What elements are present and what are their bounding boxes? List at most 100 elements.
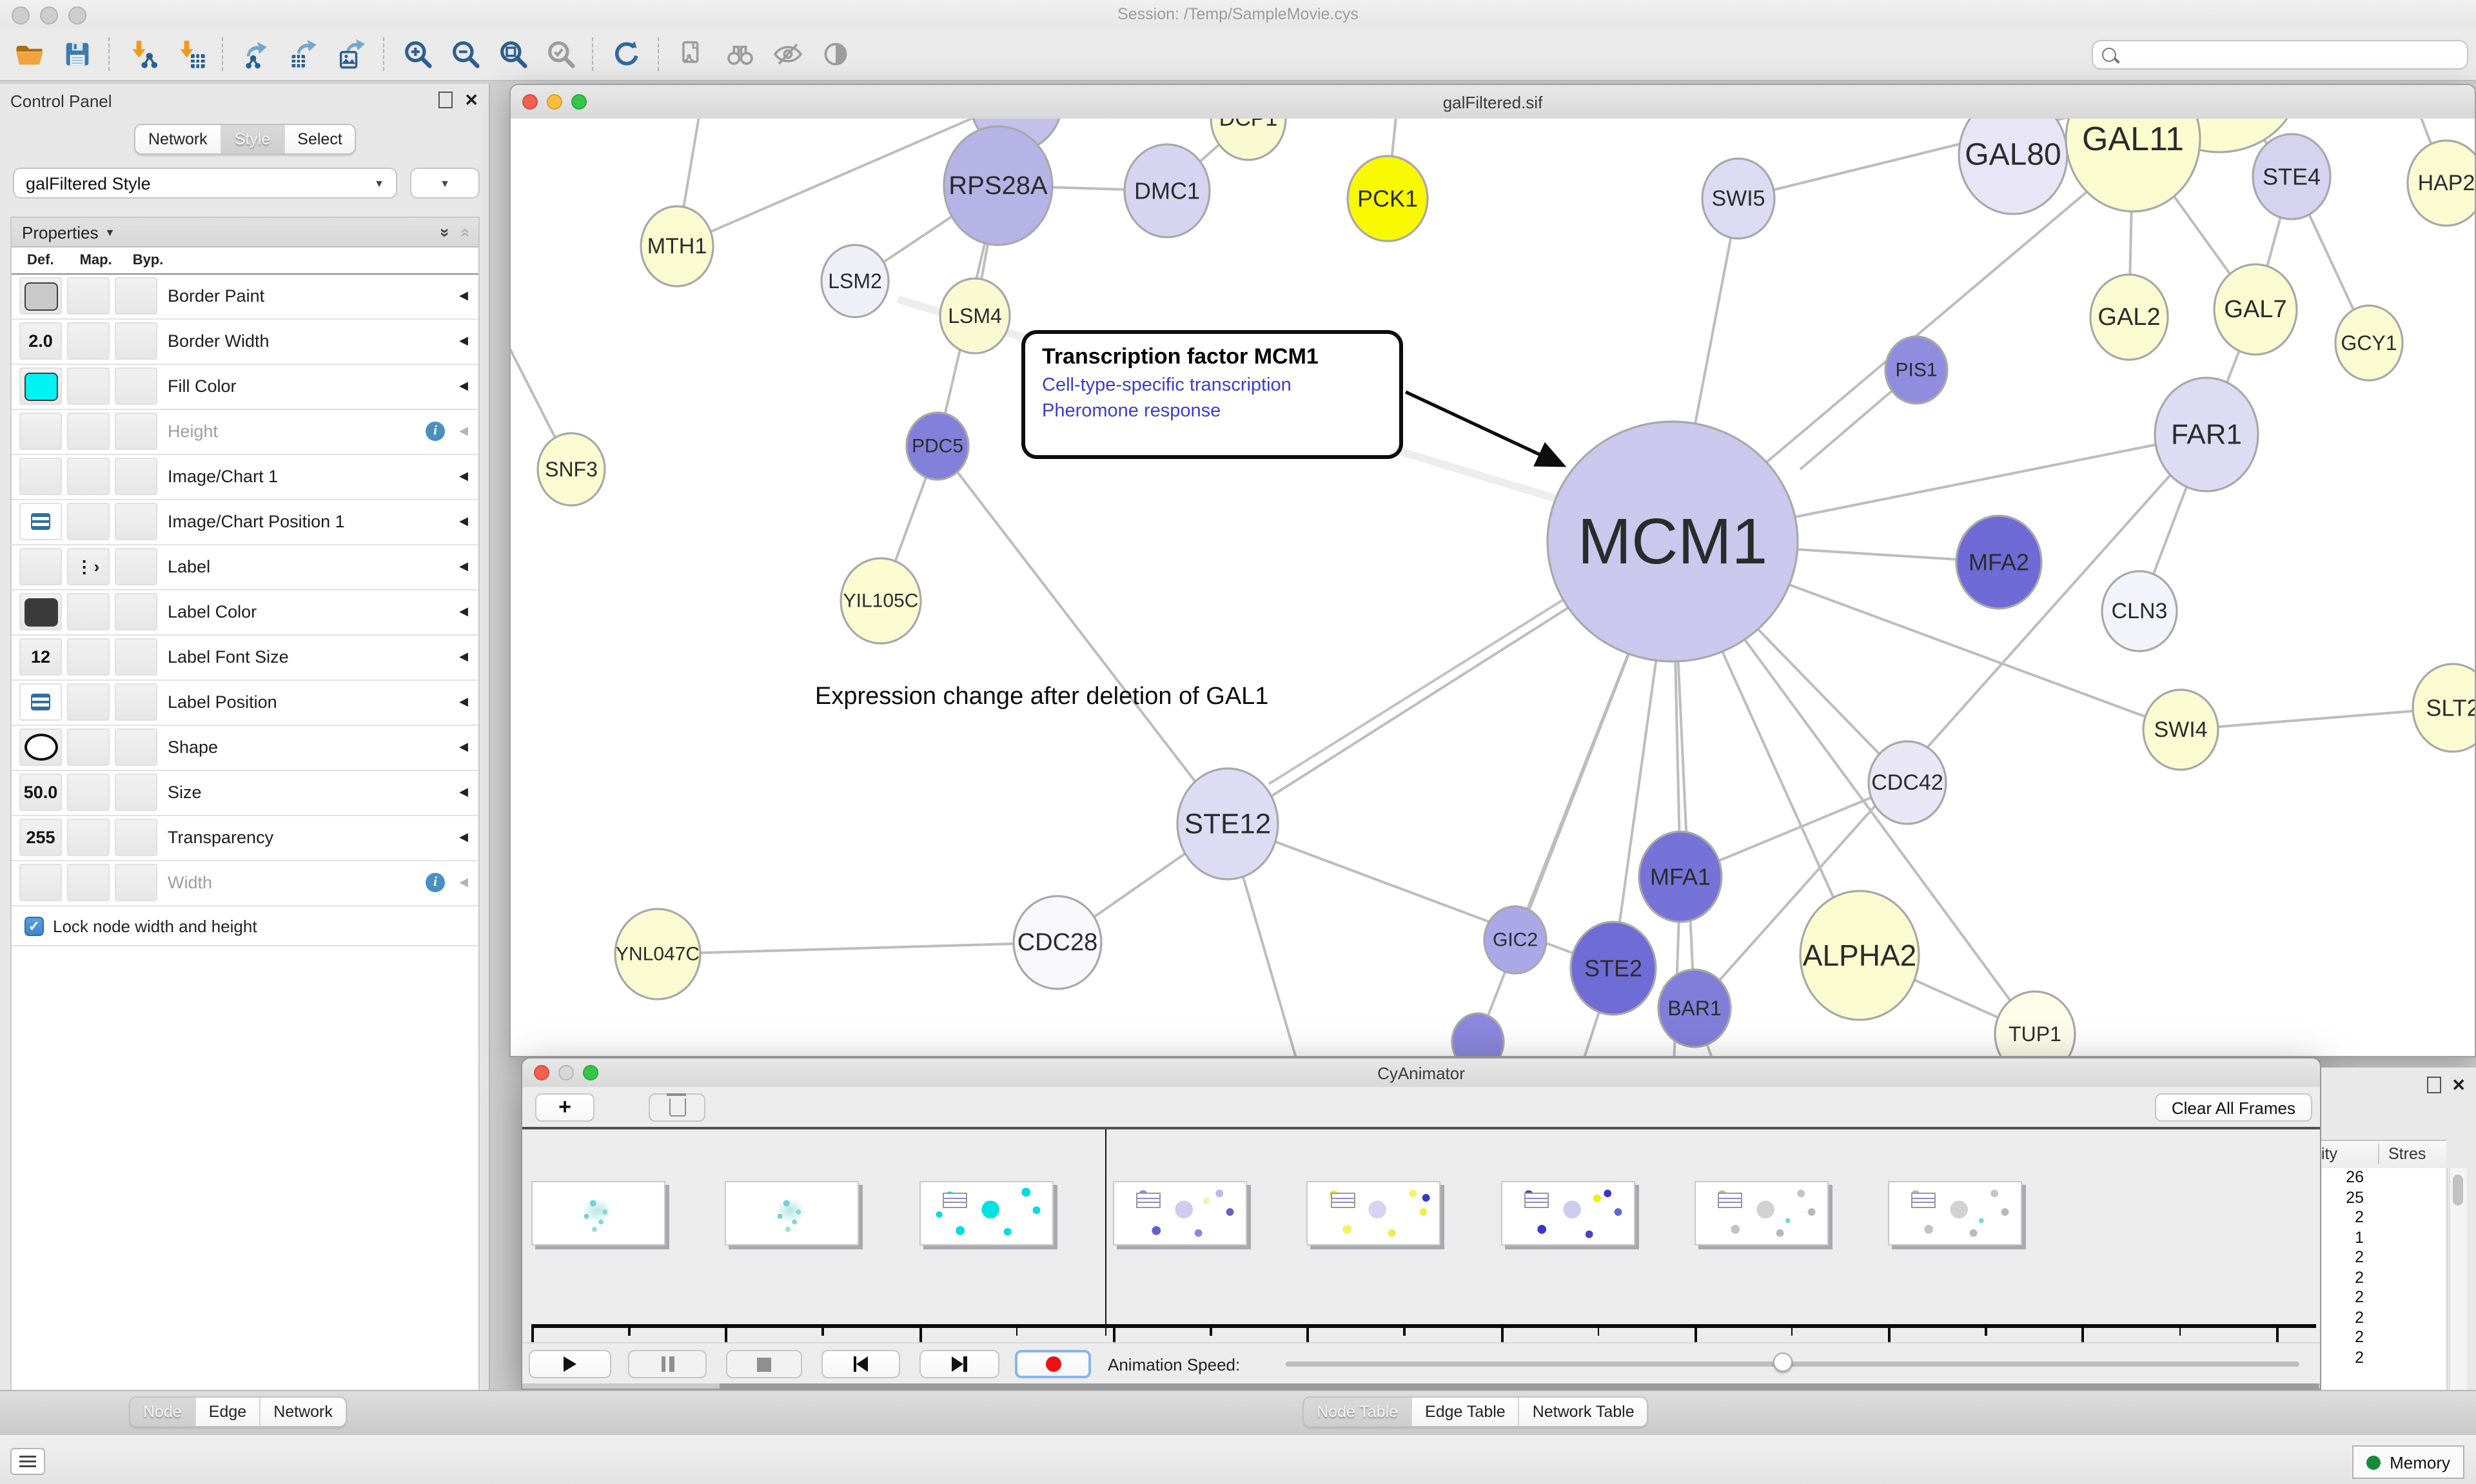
property-cell[interactable] <box>115 638 157 676</box>
expand-property-icon[interactable]: ◀ <box>459 334 468 348</box>
tab-style[interactable]: Style <box>222 125 285 153</box>
tab-edge-table[interactable]: Edge Table <box>1412 1398 1520 1426</box>
import-table-icon[interactable] <box>173 37 208 72</box>
network-node-mfa1[interactable]: MFA1 <box>1639 832 1722 922</box>
expand-property-icon[interactable]: ◀ <box>459 560 468 574</box>
property-cell[interactable] <box>19 458 62 495</box>
frame-thumbnail-t5[interactable] <box>1500 1181 1635 1245</box>
open-file-icon[interactable] <box>12 37 46 72</box>
expand-property-icon[interactable]: ◀ <box>459 740 468 754</box>
close-icon[interactable] <box>534 1065 549 1080</box>
network-canvas[interactable]: RPS28BRPS28ADMC1DCP1PCK1MTH1LSM2LSM4PDC5… <box>511 119 2475 1056</box>
property-cell[interactable] <box>67 728 110 766</box>
network-node-yil105c[interactable]: YIL105C <box>841 558 921 643</box>
frame-thumbnail-t4[interactable] <box>1306 1181 1440 1245</box>
timeline-playhead[interactable] <box>1105 1129 1107 1336</box>
property-cell[interactable] <box>115 503 157 540</box>
network-node-rps28a[interactable]: RPS28A <box>944 126 1052 245</box>
search-network-icon[interactable] <box>722 37 757 72</box>
task-history-button[interactable] <box>10 1448 45 1475</box>
network-node-ste2[interactable]: STE2 <box>1571 922 1656 1015</box>
table-cell-value[interactable]: 2 <box>2321 1288 2446 1308</box>
property-cell[interactable] <box>67 593 110 630</box>
property-cell[interactable] <box>115 774 157 811</box>
frame-thumbnail-t0[interactable] <box>531 1181 665 1245</box>
play-button[interactable] <box>529 1350 611 1378</box>
property-cell[interactable] <box>67 819 110 856</box>
property-cell[interactable] <box>67 503 110 540</box>
table-column-header[interactable]: ity <box>2321 1145 2368 1163</box>
network-node-gic2[interactable]: GIC2 <box>1484 906 1546 973</box>
show-graphics-icon[interactable] <box>818 37 852 72</box>
expand-property-icon[interactable]: ◀ <box>459 875 468 890</box>
refresh-view-icon[interactable] <box>609 37 644 72</box>
property-cell[interactable] <box>19 277 62 315</box>
property-cell[interactable] <box>19 683 62 721</box>
network-node-gal7[interactable]: GAL7 <box>2214 264 2297 355</box>
frame-thumbnail-t2[interactable] <box>919 1181 1053 1245</box>
property-cell[interactable] <box>67 458 110 495</box>
speed-slider-handle[interactable] <box>1773 1352 1793 1372</box>
expand-property-icon[interactable]: ◀ <box>459 605 468 619</box>
network-node-pis1[interactable]: PIS1 <box>1885 337 1947 404</box>
network-node-mth1[interactable]: MTH1 <box>641 206 713 286</box>
zoom-selected-icon[interactable] <box>543 37 578 72</box>
property-cell[interactable] <box>67 277 110 315</box>
lock-size-checkbox[interactable]: ✓ <box>25 916 44 935</box>
tab-edge[interactable]: Edge <box>196 1398 260 1426</box>
network-node-cdc28[interactable]: CDC28 <box>1014 896 1101 989</box>
property-cell[interactable] <box>115 367 157 405</box>
network-node-swi5[interactable]: SWI5 <box>1702 159 1774 239</box>
network-node-node_b[interactable] <box>1452 1013 1504 1056</box>
property-cell[interactable] <box>115 458 157 495</box>
tab-node[interactable]: Node <box>130 1398 196 1426</box>
network-node-mfa2[interactable]: MFA2 <box>1956 516 2041 609</box>
float-panel-icon[interactable] <box>2427 1077 2441 1093</box>
zoom-icon[interactable] <box>571 94 587 110</box>
network-node-ste4[interactable]: STE4 <box>2253 134 2330 219</box>
network-node-mcm1[interactable]: MCM1 <box>1548 422 1798 661</box>
expand-property-icon[interactable]: ◀ <box>459 469 468 483</box>
property-cell[interactable]: 2.0 <box>19 322 62 360</box>
network-node-gal2[interactable]: GAL2 <box>2090 275 2168 360</box>
timeline-scrollbar-thumb[interactable] <box>720 1383 2319 1390</box>
close-panel-icon[interactable]: ✕ <box>464 93 478 107</box>
next-frame-button[interactable] <box>919 1350 999 1378</box>
properties-header[interactable]: Properties ▼ » » <box>12 218 478 248</box>
property-cell[interactable] <box>67 367 110 405</box>
tab-node-table[interactable]: Node Table <box>1304 1398 1412 1426</box>
network-node-tup1[interactable]: TUP1 <box>1995 991 2075 1056</box>
table-cell-value[interactable]: 2 <box>2321 1308 2446 1328</box>
memory-button[interactable]: Memory <box>2352 1445 2464 1479</box>
property-cell[interactable] <box>115 819 157 856</box>
table-cell-value[interactable]: 1 <box>2321 1228 2446 1248</box>
network-window-titlebar[interactable]: galFiltered.sif <box>511 85 2475 120</box>
network-node-dmc1[interactable]: DMC1 <box>1125 144 1210 237</box>
property-cell[interactable] <box>115 593 157 630</box>
property-cell[interactable] <box>67 322 110 360</box>
property-cell[interactable] <box>67 413 110 450</box>
network-node-gal80[interactable]: GAL80 <box>1959 119 2067 214</box>
table-column-header[interactable]: Stres <box>2388 1145 2426 1163</box>
network-node-swi4[interactable]: SWI4 <box>2143 690 2218 770</box>
table-scrollbar[interactable] <box>2449 1168 2467 1390</box>
tab-select[interactable]: Select <box>284 125 355 153</box>
network-node-gal11[interactable]: GAL11 <box>2066 119 2200 211</box>
property-cell[interactable] <box>67 683 110 721</box>
tab-network-table[interactable]: Network Table <box>1520 1398 1647 1426</box>
property-cell[interactable] <box>115 322 157 360</box>
search-field[interactable] <box>2092 40 2468 70</box>
expand-property-icon[interactable]: ◀ <box>459 695 468 709</box>
expand-property-icon[interactable]: ◀ <box>459 424 468 438</box>
minimize-icon[interactable] <box>547 94 562 110</box>
zoom-fit-icon[interactable] <box>495 37 530 72</box>
network-node-pdc5[interactable]: PDC5 <box>907 413 968 480</box>
network-node-lsm2[interactable]: LSM2 <box>821 245 889 317</box>
table-cell-value[interactable]: 26 <box>2321 1168 2446 1188</box>
property-cell[interactable] <box>19 728 62 766</box>
property-cell[interactable] <box>115 683 157 721</box>
property-cell[interactable] <box>115 864 157 901</box>
network-node-dcp1[interactable]: DCP1 <box>1211 119 1286 160</box>
clear-all-frames-button[interactable]: Clear All Frames <box>2155 1093 2312 1122</box>
network-node-far1[interactable]: FAR1 <box>2155 378 2258 491</box>
